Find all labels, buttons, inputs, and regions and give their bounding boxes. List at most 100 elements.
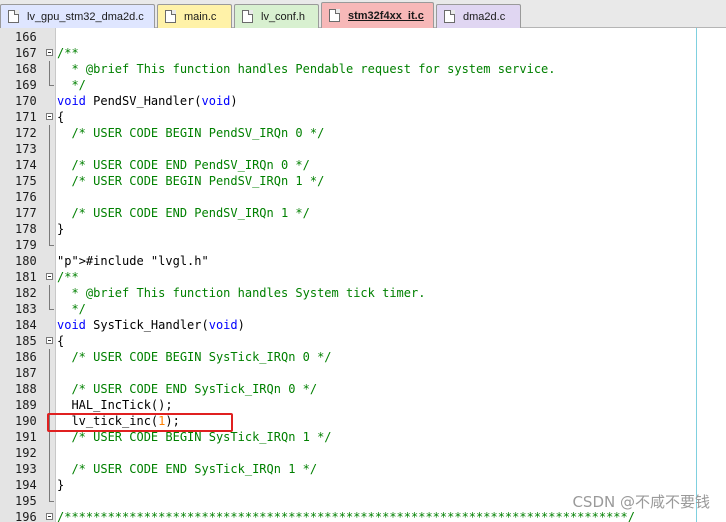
code-text: */ (57, 302, 86, 316)
file-icon (444, 10, 455, 23)
code-line[interactable]: 166 (0, 29, 726, 45)
code-text: * @brief This function handles System ti… (57, 286, 426, 300)
code-line[interactable]: 173 (0, 141, 726, 157)
code-line[interactable]: 176 (0, 189, 726, 205)
fold-toggle-icon[interactable] (44, 333, 56, 349)
tab-label: lv_gpu_stm32_dma2d.c (27, 10, 144, 23)
fold-guide (44, 61, 56, 77)
code-text: "p">#include "lvgl.h" (57, 254, 209, 268)
line-number: 188 (15, 382, 37, 396)
code-text: } (57, 478, 65, 492)
line-number: 167 (15, 46, 37, 60)
code-line[interactable]: 184 void SysTick_Handler(void) (0, 317, 726, 333)
code-line[interactable]: 189 HAL_IncTick(); (0, 397, 726, 413)
line-number: 182 (15, 286, 37, 300)
watermark: CSDN @不咸不要钱 (572, 493, 710, 511)
fold-guide (44, 365, 56, 381)
line-number: 185 (15, 334, 37, 348)
code-text: /* USER CODE END SysTick_IRQn 1 */ (57, 462, 318, 476)
line-number: 189 (15, 398, 37, 412)
code-line[interactable]: 187 (0, 365, 726, 381)
fold-guide (44, 445, 56, 461)
fold-guide (44, 381, 56, 397)
fold-toggle-icon[interactable] (44, 509, 56, 522)
code-text: { (57, 110, 65, 124)
fold-toggle-icon[interactable] (44, 45, 56, 61)
code-line[interactable]: 183 */ (0, 301, 726, 317)
tab-label: stm32f4xx_it.c (348, 9, 424, 22)
code-line[interactable]: 168 * @brief This function handles Penda… (0, 61, 726, 77)
line-number: 170 (15, 94, 37, 108)
code-line[interactable]: 174 /* USER CODE END PendSV_IRQn 0 */ (0, 157, 726, 173)
code-line[interactable]: 178} (0, 221, 726, 237)
fold-guide (44, 205, 56, 221)
code-line[interactable]: 193 /* USER CODE END SysTick_IRQn 1 */ (0, 461, 726, 477)
line-number: 192 (15, 446, 37, 460)
editor-tab-bar: lv_gpu_stm32_dma2d.c main.c lv_conf.h stm32… (0, 0, 726, 28)
code-text: /***************************************… (57, 510, 635, 522)
code-line[interactable]: 175 /* USER CODE BEGIN PendSV_IRQn 1 */ (0, 173, 726, 189)
code-text: * @brief This function handles Pendable … (57, 62, 556, 76)
fold-guide (44, 461, 56, 477)
code-text: /* USER CODE END PendSV_IRQn 1 */ (57, 206, 310, 220)
code-line[interactable]: 171 { (0, 109, 726, 125)
code-text: /* USER CODE END SysTick_IRQn 0 */ (57, 382, 318, 396)
tab-lv_conf-h[interactable]: lv_conf.h (234, 4, 319, 28)
code-line[interactable]: 188 /* USER CODE END SysTick_IRQn 0 */ (0, 381, 726, 397)
tab-lv_gpu_stm32_dma2d-c[interactable]: lv_gpu_stm32_dma2d.c (0, 4, 155, 28)
code-text: HAL_IncTick(); (57, 398, 173, 412)
fold-guide (44, 93, 56, 109)
code-line[interactable]: 186 /* USER CODE BEGIN SysTick_IRQn 0 */ (0, 349, 726, 365)
line-number: 179 (15, 238, 37, 252)
tab-main-c[interactable]: main.c (157, 4, 232, 28)
tab-dma2d-c[interactable]: dma2d.c (436, 4, 521, 28)
code-text: /* USER CODE BEGIN SysTick_IRQn 0 */ (57, 350, 332, 364)
code-text: void SysTick_Handler(void) (57, 318, 245, 332)
line-number: 178 (15, 222, 37, 236)
line-number: 193 (15, 462, 37, 476)
code-line[interactable]: 182 * @brief This function handles Syste… (0, 285, 726, 301)
line-number: 166 (15, 30, 37, 44)
code-line[interactable]: 179 (0, 237, 726, 253)
fold-guide (44, 397, 56, 413)
line-number: 186 (15, 350, 37, 364)
fold-toggle-icon[interactable] (44, 269, 56, 285)
line-number: 171 (15, 110, 37, 124)
fold-guide (44, 125, 56, 141)
code-line[interactable]: 170 void PendSV_Handler(void) (0, 93, 726, 109)
line-number: 190 (15, 414, 37, 428)
tab-stm32f4xx_it-c[interactable]: stm32f4xx_it.c (321, 2, 434, 28)
line-number: 183 (15, 302, 37, 316)
file-icon (329, 9, 340, 22)
fold-toggle-icon[interactable] (44, 109, 56, 125)
code-text: /* USER CODE BEGIN PendSV_IRQn 1 */ (57, 174, 325, 188)
fold-guide (44, 237, 56, 253)
code-line[interactable]: 172 /* USER CODE BEGIN PendSV_IRQn 0 */ (0, 125, 726, 141)
code-line[interactable]: 180 "p">#include "lvgl.h" (0, 253, 726, 269)
line-number: 174 (15, 158, 37, 172)
line-number: 191 (15, 430, 37, 444)
highlight-box (47, 413, 233, 432)
line-number: 169 (15, 78, 37, 92)
code-line[interactable]: 185 { (0, 333, 726, 349)
fold-guide (44, 301, 56, 317)
line-number: 176 (15, 190, 37, 204)
line-number: 175 (15, 174, 37, 188)
fold-guide (44, 29, 56, 45)
fold-guide (44, 189, 56, 205)
code-line[interactable]: 181 /** (0, 269, 726, 285)
line-number: 194 (15, 478, 37, 492)
code-text: /* USER CODE BEGIN PendSV_IRQn 0 */ (57, 126, 325, 140)
tab-label: dma2d.c (463, 10, 506, 23)
code-line[interactable]: 177 /* USER CODE END PendSV_IRQn 1 */ (0, 205, 726, 221)
code-line[interactable]: 169 */ (0, 77, 726, 93)
code-text: /** (57, 270, 79, 284)
line-number: 196 (15, 510, 37, 522)
fold-guide (44, 221, 56, 237)
code-text: /** (57, 46, 79, 60)
line-number: 172 (15, 126, 37, 140)
fold-guide (44, 477, 56, 493)
code-line[interactable]: 167 /** (0, 45, 726, 61)
code-editor[interactable]: 166 167/** 168 * @brief This function hand… (0, 28, 726, 522)
code-line[interactable]: 192 (0, 445, 726, 461)
